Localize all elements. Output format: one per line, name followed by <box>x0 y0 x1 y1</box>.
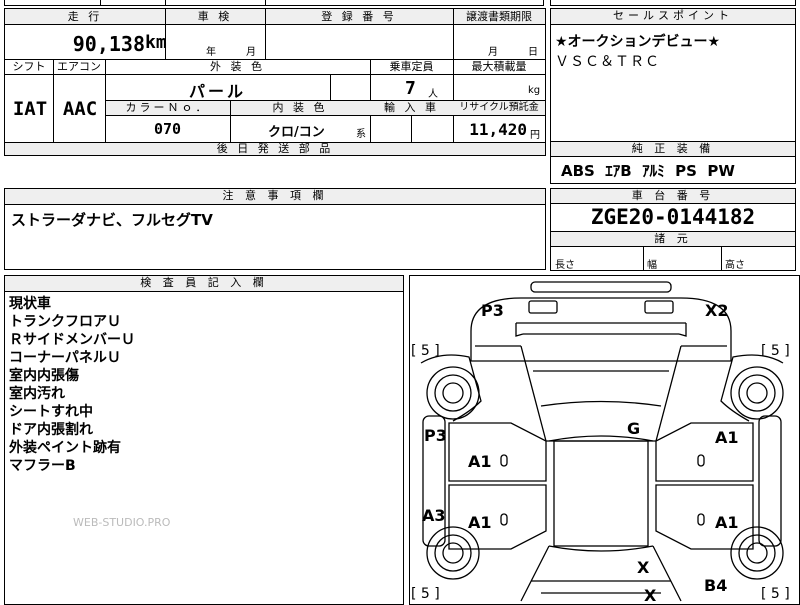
notes-value: ストラーダナビ、フルセグTV <box>11 211 213 229</box>
mark-a1-right-rear: A1 <box>715 513 739 532</box>
aircon-value: AAC <box>62 98 98 120</box>
grid-divider <box>411 115 412 142</box>
sales-point-line-2: ＶＳＣ＆ＴＲＣ <box>555 54 660 70</box>
dimensions-divider <box>721 247 722 271</box>
notes-header: 注 意 事 項 欄 <box>5 189 545 205</box>
dimensions-header: 諸 元 <box>551 232 795 247</box>
chassis-box: 車 台 番 号 ZGE20-0144182 <box>550 188 796 232</box>
top-strip-divider <box>165 0 166 6</box>
sales-points-header: セールスポイント <box>551 9 795 25</box>
recycle-label: リサイクル預託金 <box>459 102 539 113</box>
mileage-label: 走 行 <box>67 10 103 23</box>
year-unit: 年 <box>206 47 216 58</box>
chassis-header: 車 台 番 号 <box>551 189 795 204</box>
inspector-line: 室内内張傷 <box>9 368 79 384</box>
dimension-length-label: 長さ <box>555 260 575 271</box>
deadline-day: 日 <box>528 47 538 58</box>
dimension-width-label: 幅 <box>647 260 657 271</box>
notes-box: 注 意 事 項 欄 ストラーダナビ、フルセグTV <box>4 188 546 270</box>
mark-a1-left-front: A1 <box>468 452 492 471</box>
deadline-month: 月 <box>488 47 498 58</box>
interior-color-value: クロ/コン <box>268 125 325 140</box>
inspector-line: 外装ペイント跡有 <box>9 440 121 456</box>
mileage-unit: km <box>145 32 167 53</box>
inspector-line: 現状車 <box>9 296 51 312</box>
mark-b4: B4 <box>704 576 727 595</box>
dimensions-divider <box>643 247 644 271</box>
chassis-number: ZGE20-0144182 <box>590 205 756 229</box>
grid-divider <box>453 9 454 59</box>
capacity-label: 乗車定員 <box>389 60 434 73</box>
equipment-value: ABS ｴｱB ｱﾙﾐ PS PW <box>561 162 735 180</box>
recycle-unit: 円 <box>530 130 540 141</box>
inspector-line: トランクフロアＵ <box>9 314 121 330</box>
mark-g: G <box>627 419 640 438</box>
inspector-line: シートすれ中 <box>9 404 93 420</box>
mark-p3-top: P3 <box>481 301 504 320</box>
mark-x2: X2 <box>705 301 728 320</box>
grid-divider <box>330 74 331 100</box>
max-load-unit: kg <box>528 85 541 96</box>
dimension-height-label: 高さ <box>725 260 745 271</box>
aircon-label: エアコン <box>57 60 101 73</box>
watermark: WEB-STUDIO.PRO <box>73 516 171 529</box>
color-no-label: カラーＮｏ． <box>125 101 210 114</box>
import-label: 輸 入 車 <box>384 101 439 114</box>
mark-x-bottom-2: X <box>644 586 657 605</box>
top-strip <box>4 0 544 6</box>
registration-label: 登 録 番 号 <box>321 10 397 23</box>
shift-label: シフト <box>12 60 46 73</box>
inspector-line: ドア内張割れ <box>9 422 93 438</box>
inspector-lines: 現状車 トランクフロアＵ ＲサイドメンバーＵ コーナーパネルＵ 室内内張傷 室内… <box>9 295 135 475</box>
transfer-deadline-label: 譲渡書類期限 <box>466 10 532 23</box>
inspector-line: 室内汚れ <box>9 386 65 402</box>
equipment-box: 純 正 装 備 ABS ｴｱB ｱﾙﾐ PS PW <box>550 141 796 184</box>
exterior-color-label: 外 装 色 <box>210 60 265 73</box>
sales-point-line-1: ★オークションデビュー★ <box>555 34 721 50</box>
shift-value: IAT <box>12 98 48 120</box>
color-no-value: 070 <box>153 120 182 138</box>
tire-front-right: [ 5 ] <box>761 343 790 359</box>
mileage-value: 90,138 <box>72 32 145 56</box>
max-load-label: 最大積載量 <box>471 60 527 73</box>
top-strip-right <box>550 0 796 6</box>
grid-divider <box>265 9 266 59</box>
month-unit: 月 <box>246 47 256 58</box>
dimensions-box: 諸 元 長さ 幅 高さ <box>550 231 796 271</box>
car-diagram: P3 X2 P3 A3 G A1 A1 A1 A1 X X B4 [ 5 ] [… <box>411 281 790 605</box>
recycle-value: 11,420 <box>469 120 527 139</box>
inspector-header: 検 査 員 記 入 欄 <box>5 276 403 292</box>
mark-a1-right-front: A1 <box>715 428 739 447</box>
sales-points-box: セールスポイント ★オークションデビュー★ ＶＳＣ＆ＴＲＣ <box>550 8 796 142</box>
capacity-unit: 人 <box>428 89 438 100</box>
later-parts-label: 後 日 発 送 部 品 <box>216 142 334 155</box>
mark-p3-left: P3 <box>424 426 447 445</box>
mark-a1-left-rear: A1 <box>468 513 492 532</box>
top-strip-divider <box>100 0 101 6</box>
grid-row-line <box>105 115 545 116</box>
inspection-label: 車 検 <box>197 10 233 23</box>
equipment-header: 純 正 装 備 <box>551 142 795 157</box>
exterior-color-value: パール <box>188 82 246 101</box>
interior-color-label: 内 装 色 <box>272 101 328 114</box>
inspector-line: マフラーB <box>9 458 76 474</box>
grid-divider <box>53 59 54 142</box>
mark-x-bottom: X <box>637 558 650 577</box>
inspector-line: コーナーパネルＵ <box>9 350 121 366</box>
top-strip-divider <box>265 0 266 6</box>
grid-divider <box>230 100 231 142</box>
grid-row-line <box>5 74 545 75</box>
car-diagram-box: P3 X2 P3 A3 G A1 A1 A1 A1 X X B4 [ 5 ] [… <box>409 275 800 605</box>
capacity-value: 7 <box>405 78 416 99</box>
mark-a3: A3 <box>422 506 446 525</box>
inspector-line: ＲサイドメンバーＵ <box>9 332 135 348</box>
tire-front-left: [ 5 ] <box>411 343 440 359</box>
interior-suffix: 系 <box>356 129 366 140</box>
inspector-box: 検 査 員 記 入 欄 現状車 トランクフロアＵ ＲサイドメンバーＵ コーナーパ… <box>4 275 404 605</box>
